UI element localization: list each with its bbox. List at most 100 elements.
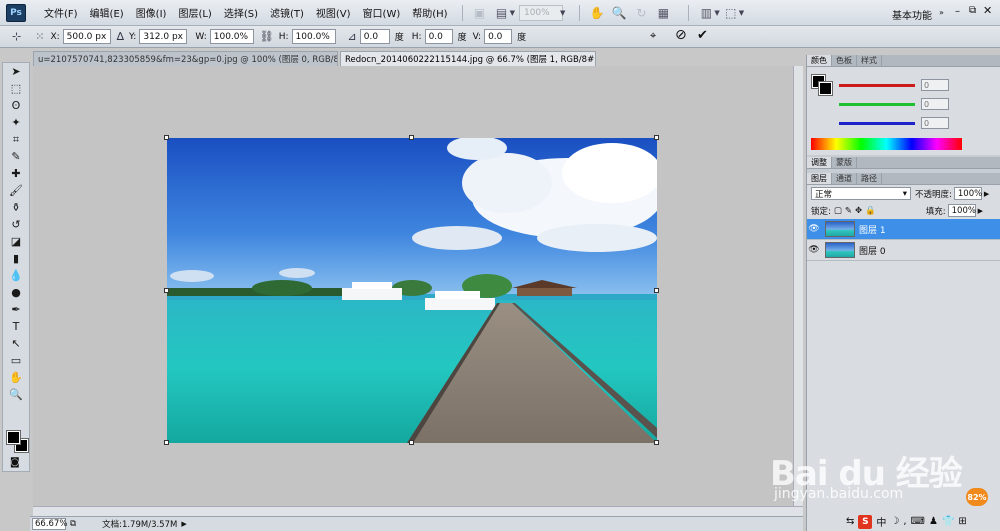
green-slider[interactable] bbox=[839, 102, 915, 106]
canvas-area[interactable] bbox=[33, 66, 803, 516]
tab-adjustments[interactable]: 调整 bbox=[807, 157, 832, 168]
fill-arrow-icon[interactable]: ▶ bbox=[978, 207, 983, 215]
blend-mode-select[interactable]: 正常 ▾ bbox=[811, 187, 911, 200]
transform-handle-tl[interactable] bbox=[164, 135, 169, 140]
minimize-button[interactable]: – bbox=[955, 6, 960, 17]
color-panel-bg-swatch[interactable] bbox=[818, 81, 833, 96]
opacity-field[interactable]: 100% bbox=[953, 187, 982, 200]
cancel-transform-icon[interactable]: ⊘ bbox=[675, 27, 687, 43]
tab-styles[interactable]: 样式 bbox=[857, 55, 882, 66]
green-value-field[interactable]: 0 bbox=[921, 98, 949, 110]
transform-handle-bc[interactable] bbox=[409, 440, 414, 445]
hand-icon[interactable]: ✋ bbox=[586, 4, 608, 22]
crop-tool-icon[interactable]: ⌗ bbox=[3, 131, 29, 148]
menu-window[interactable]: 窗口(W) bbox=[363, 5, 401, 20]
clone-stamp-tool-icon[interactable]: ⚱ bbox=[3, 199, 29, 216]
layer-name[interactable]: 图层 0 bbox=[859, 244, 886, 257]
fill-field[interactable]: 100% bbox=[947, 204, 976, 217]
menu-help[interactable]: 帮助(H) bbox=[412, 5, 447, 20]
healing-brush-tool-icon[interactable]: ✚ bbox=[3, 165, 29, 182]
hskew-field[interactable]: 0.0 bbox=[424, 29, 453, 44]
hand-tool-icon[interactable]: ✋ bbox=[3, 369, 29, 386]
tab-swatches[interactable]: 色板 bbox=[832, 55, 857, 66]
menu-view[interactable]: 视图(V) bbox=[316, 5, 351, 20]
horizontal-scrollbar[interactable] bbox=[33, 506, 803, 516]
color-swatches[interactable] bbox=[6, 430, 29, 453]
vskew-field[interactable]: 0.0 bbox=[484, 29, 513, 44]
grid-tray-icon[interactable]: ⊞ bbox=[958, 516, 966, 527]
comma-icon[interactable]: , bbox=[903, 516, 906, 527]
reference-point-icon[interactable]: ⁙ bbox=[35, 30, 44, 43]
lock-all-icon[interactable]: 🔒 bbox=[865, 206, 876, 216]
brush-tool-icon[interactable]: 🖌 bbox=[3, 182, 29, 199]
chevron-down-icon[interactable]: ▾ bbox=[903, 189, 907, 199]
eye-icon[interactable]: 👁 bbox=[807, 224, 821, 234]
eye-icon[interactable]: 👁 bbox=[807, 245, 821, 255]
warp-icon[interactable]: ⌖ bbox=[650, 29, 656, 43]
grid-icon[interactable]: ▦ bbox=[652, 4, 674, 22]
rotate-view-icon[interactable]: ↻ bbox=[630, 4, 652, 22]
foreground-color-swatch[interactable] bbox=[6, 430, 21, 445]
quick-mask-icon[interactable]: ◙ bbox=[10, 457, 20, 468]
ime-language[interactable]: 中 bbox=[876, 514, 886, 529]
red-slider[interactable] bbox=[839, 83, 915, 87]
eyedropper-tool-icon[interactable]: ✎ bbox=[3, 148, 29, 165]
link-icon[interactable]: ⛓ bbox=[260, 30, 274, 43]
lock-transparency-icon[interactable]: ▢ bbox=[834, 206, 842, 216]
zoom-icon[interactable]: 🔍 bbox=[608, 4, 630, 22]
status-menu-icon[interactable]: ▶ bbox=[181, 520, 186, 528]
x-position-field[interactable]: 500.0 px bbox=[62, 29, 111, 44]
workspace-menu-icon[interactable]: » bbox=[939, 8, 944, 17]
ime-logo-icon[interactable]: S bbox=[858, 514, 873, 529]
height-field[interactable]: 100.0% bbox=[291, 29, 336, 44]
menu-filter[interactable]: 滤镜(T) bbox=[270, 5, 304, 20]
menu-layer[interactable]: 图层(L) bbox=[178, 5, 211, 20]
workspace-switcher[interactable]: 基本功能 bbox=[892, 7, 932, 22]
layer-row[interactable]: 👁 图层 1 bbox=[807, 219, 1000, 240]
type-tool-icon[interactable]: T bbox=[3, 318, 29, 335]
move-tool-icon[interactable]: ➤ bbox=[3, 63, 29, 80]
document-tab-active[interactable]: Redocn_2014060222115144.jpg @ 66.7% (图层 … bbox=[340, 51, 596, 66]
keyboard-icon[interactable]: ⌨ bbox=[911, 516, 925, 527]
document-tab[interactable]: u=2107570741,823305859&fm=23&gp=0.jpg @ … bbox=[33, 51, 338, 66]
transform-handle-mr[interactable] bbox=[654, 288, 659, 293]
transform-handle-bl[interactable] bbox=[164, 440, 169, 445]
delta-icon[interactable]: ∆ bbox=[117, 30, 124, 43]
status-info-icon[interactable]: ⧉ bbox=[70, 519, 76, 529]
color-spectrum-ramp[interactable] bbox=[811, 138, 962, 150]
menu-image[interactable]: 图像(I) bbox=[136, 5, 167, 20]
zoom-tool-icon[interactable]: 🔍 bbox=[3, 386, 29, 403]
gradient-tool-icon[interactable]: ▮ bbox=[3, 250, 29, 267]
red-value-field[interactable]: 0 bbox=[921, 79, 949, 91]
transform-handle-br[interactable] bbox=[654, 440, 659, 445]
chevron-down-icon[interactable]: ▼ bbox=[510, 9, 515, 17]
transform-handle-tr[interactable] bbox=[654, 135, 659, 140]
magic-wand-tool-icon[interactable]: ✦ bbox=[3, 114, 29, 131]
blur-tool-icon[interactable]: 💧 bbox=[3, 267, 29, 284]
pen-tool-icon[interactable]: ✒ bbox=[3, 301, 29, 318]
tab-layers[interactable]: 图层 bbox=[807, 173, 832, 184]
marquee-tool-icon[interactable]: ⬚ bbox=[3, 80, 29, 97]
shirt-icon[interactable]: 👕 bbox=[942, 516, 954, 527]
bridge-icon[interactable]: ▣ bbox=[469, 4, 491, 22]
tray-arrows-icon[interactable]: ⇆ bbox=[846, 516, 854, 527]
blue-value-field[interactable]: 0 bbox=[921, 117, 949, 129]
shape-tool-icon[interactable]: ▭ bbox=[3, 352, 29, 369]
commit-transform-icon[interactable]: ✔ bbox=[697, 28, 708, 43]
tab-channels[interactable]: 通道 bbox=[832, 173, 857, 184]
user-icon[interactable]: ♟ bbox=[929, 516, 938, 527]
transform-tool-icon[interactable]: ⊹ bbox=[12, 30, 21, 43]
lock-position-icon[interactable]: ✥ bbox=[855, 206, 862, 216]
width-field[interactable]: 100.0% bbox=[209, 29, 254, 44]
path-selection-tool-icon[interactable]: ↖ bbox=[3, 335, 29, 352]
transform-handle-tc[interactable] bbox=[409, 135, 414, 140]
opacity-arrow-icon[interactable]: ▶ bbox=[984, 190, 989, 198]
zoom-level-field[interactable]: 100% bbox=[518, 4, 563, 21]
chevron-down-icon[interactable]: ▼ bbox=[739, 9, 744, 17]
lasso-tool-icon[interactable]: ʘ bbox=[3, 97, 29, 114]
status-zoom-field[interactable]: 66.67% bbox=[32, 518, 67, 530]
dodge-tool-icon[interactable]: ● bbox=[3, 284, 29, 301]
performance-badge[interactable]: 82% bbox=[966, 488, 988, 506]
transform-handle-ml[interactable] bbox=[164, 288, 169, 293]
tab-masks[interactable]: 蒙版 bbox=[832, 157, 857, 168]
